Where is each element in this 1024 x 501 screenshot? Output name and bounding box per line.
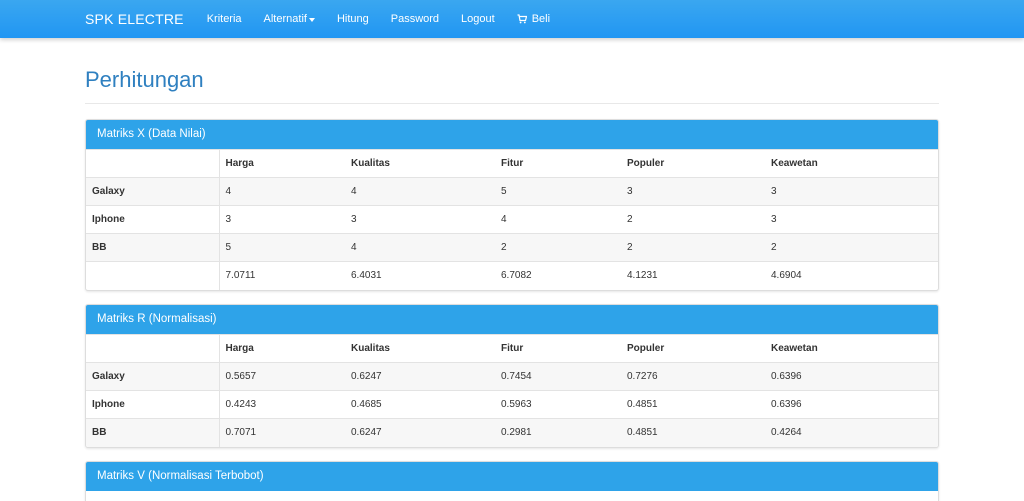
table-cell: 2: [765, 233, 938, 262]
table-cell: 2: [495, 233, 621, 262]
nav-item-label: Alternatif: [263, 13, 307, 25]
row-label: BB: [86, 418, 220, 447]
column-header: Fitur: [495, 149, 621, 178]
nav-item-label: Password: [390, 13, 440, 25]
panel-matriks-x: Matriks X (Data Nilai) Harga Kualitas Fi…: [85, 119, 939, 291]
table-cell: 0.6396: [765, 390, 938, 419]
table-cell: 4: [219, 177, 345, 206]
table-cell: 3: [765, 205, 938, 234]
table-cell: 6.4031: [345, 261, 495, 290]
row-label: Galaxy: [86, 177, 220, 206]
brand-link[interactable]: SPK ELECTRE: [85, 11, 184, 27]
panel-matriks-v: Matriks V (Normalisasi Terbobot): [85, 461, 939, 501]
table-cell: 4: [345, 233, 495, 262]
table-cell: 0.6396: [765, 362, 938, 391]
table-cell: 4: [495, 205, 621, 234]
column-header: Harga: [219, 334, 345, 363]
nav-item-hitung[interactable]: Hitung: [337, 13, 369, 25]
title-divider: [85, 103, 939, 104]
column-header: Populer: [621, 334, 765, 363]
column-header: Keawetan: [765, 334, 938, 363]
table-cell: 5: [495, 177, 621, 206]
row-label: Iphone: [86, 390, 220, 419]
matrix-table: Harga Kualitas Fitur Populer Keawetan Ga…: [86, 149, 938, 290]
table-cell: 0.4851: [621, 418, 765, 447]
table-cell: 0.7276: [621, 362, 765, 391]
table-row-totals: 7.0711 6.4031 6.7082 4.1231 4.6904: [86, 261, 938, 290]
column-header: Harga: [219, 149, 345, 178]
row-label: Iphone: [86, 205, 220, 234]
column-header: Fitur: [495, 334, 621, 363]
nav-item-kriteria[interactable]: Kriteria: [207, 13, 242, 25]
nav-item-label: Beli: [531, 13, 551, 25]
panel-matriks-r: Matriks R (Normalisasi) Harga Kualitas F…: [85, 304, 939, 448]
table-cell: 0.2981: [495, 418, 621, 447]
table-cell: 7.0711: [219, 261, 345, 290]
table-cell: 0.4243: [219, 390, 345, 419]
table-cell: 6.7082: [495, 261, 621, 290]
panel-heading: Matriks X (Data Nilai): [86, 120, 938, 149]
navbar-menu: SPK ELECTRE Kriteria Alternatif Hitung P…: [85, 0, 572, 38]
table-cell: 3: [621, 177, 765, 206]
table-cell: 0.5657: [219, 362, 345, 391]
table-cell: 5: [219, 233, 345, 262]
table-header-row: Harga Kualitas Fitur Populer Keawetan: [86, 149, 938, 178]
caret-down-icon: [308, 17, 315, 22]
table-row: BB 5 4 2 2 2: [86, 233, 938, 262]
table-row: BB 0.7071 0.6247 0.2981 0.4851 0.4264: [86, 418, 938, 447]
top-navbar: SPK ELECTRE Kriteria Alternatif Hitung P…: [0, 0, 1024, 38]
nav-item-alternatif-dropdown[interactable]: Alternatif: [264, 13, 315, 25]
panel-heading: Matriks V (Normalisasi Terbobot): [86, 462, 938, 491]
table-cell: 3: [765, 177, 938, 206]
table-cell: 3: [219, 205, 345, 234]
table-cell: 0.6247: [345, 418, 495, 447]
table-cell: 0.4685: [345, 390, 495, 419]
table-row: Iphone 0.4243 0.4685 0.5963 0.4851 0.639…: [86, 390, 938, 419]
column-header: Kualitas: [345, 149, 495, 178]
table-row: Galaxy 0.5657 0.6247 0.7454 0.7276 0.639…: [86, 362, 938, 391]
table-cell: 4.6904: [765, 261, 938, 290]
table-cell: 3: [345, 205, 495, 234]
shopping-cart-icon: [517, 14, 527, 24]
nav-item-label: Kriteria: [206, 13, 242, 25]
table-cell: 4: [345, 177, 495, 206]
page-title: Perhitungan: [85, 67, 204, 92]
table-header-row: Harga Kualitas Fitur Populer Keawetan: [86, 334, 938, 363]
row-label: [86, 261, 220, 290]
nav-item-label: Logout: [461, 13, 495, 25]
table-cell: 0.4851: [621, 390, 765, 419]
column-header: Kualitas: [345, 334, 495, 363]
table-cell: 2: [621, 205, 765, 234]
table-cell: 0.7071: [219, 418, 345, 447]
panel-heading: Matriks R (Normalisasi): [86, 305, 938, 334]
table-cell: 4.1231: [621, 261, 765, 290]
matrix-table: Harga Kualitas Fitur Populer Keawetan Ga…: [86, 334, 938, 447]
table-cell: 2: [621, 233, 765, 262]
table-cell: 0.6247: [345, 362, 495, 391]
row-label: BB: [86, 233, 220, 262]
table-row: Galaxy 4 4 5 3 3: [86, 177, 938, 206]
table-row: Iphone 3 3 4 2 3: [86, 205, 938, 234]
nav-item-label: Hitung: [336, 13, 369, 25]
column-header: Populer: [621, 149, 765, 178]
column-header: [86, 149, 220, 178]
nav-item-beli[interactable]: Beli: [517, 13, 550, 25]
nav-item-logout[interactable]: Logout: [461, 13, 495, 25]
table-cell: 0.7454: [495, 362, 621, 391]
row-label: Galaxy: [86, 362, 220, 391]
column-header: [86, 334, 220, 363]
table-cell: 0.5963: [495, 390, 621, 419]
nav-item-password[interactable]: Password: [391, 13, 439, 25]
table-cell: 0.4264: [765, 418, 938, 447]
column-header: Keawetan: [765, 149, 938, 178]
